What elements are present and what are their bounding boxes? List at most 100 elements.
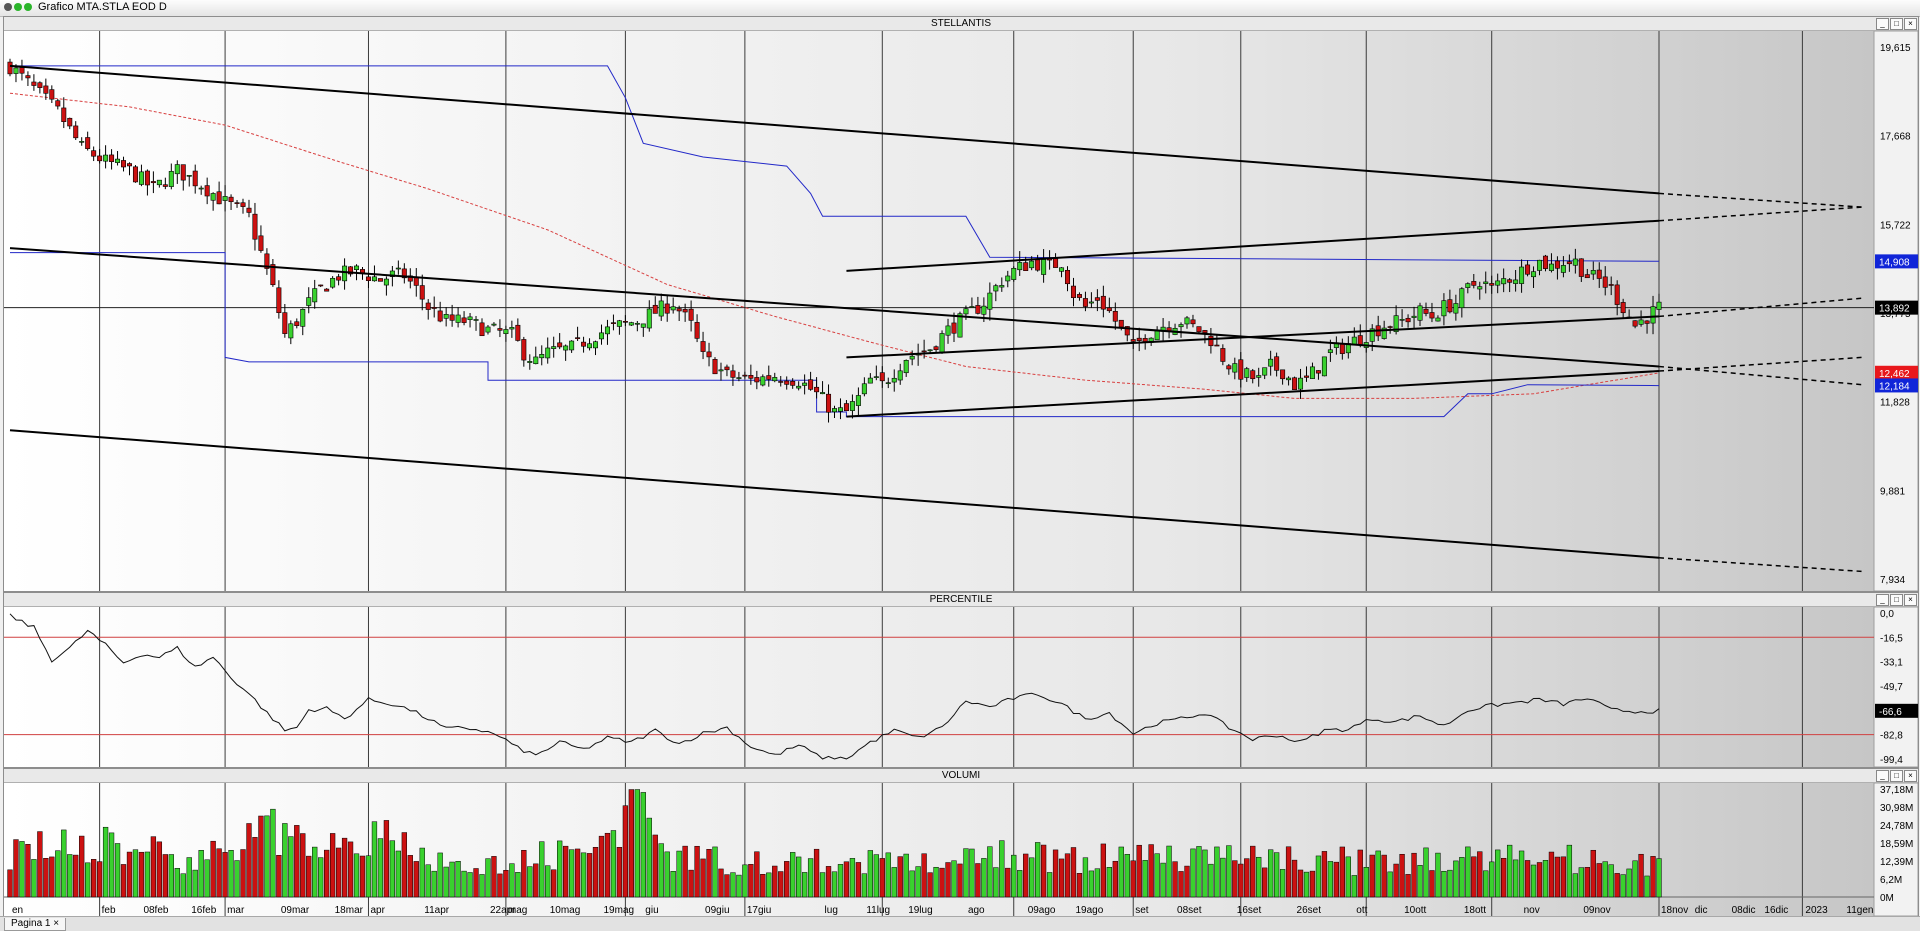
candle-body bbox=[515, 324, 521, 341]
candle-body bbox=[1190, 319, 1196, 325]
volume-bar bbox=[401, 832, 407, 898]
volume-bar bbox=[676, 850, 682, 898]
pane-restore-button[interactable]: □ bbox=[1890, 770, 1903, 782]
minimize-icon[interactable] bbox=[24, 3, 32, 11]
volume-bar bbox=[1399, 853, 1405, 898]
candle-body bbox=[419, 285, 425, 300]
volume-bar bbox=[1471, 856, 1477, 898]
volume-bar bbox=[1034, 842, 1041, 898]
volume-bar bbox=[586, 853, 593, 898]
volume-bar bbox=[1548, 851, 1555, 898]
volume-bar bbox=[604, 832, 611, 898]
candle-body bbox=[1423, 308, 1429, 314]
volume-bar bbox=[1046, 872, 1053, 898]
pane-close-button[interactable]: × bbox=[1904, 18, 1917, 30]
volume-bar bbox=[353, 853, 360, 898]
percentile-pane-buttons: _ □ × bbox=[1876, 593, 1918, 606]
trend-line bbox=[9, 64, 1660, 195]
candle-body bbox=[79, 141, 85, 143]
volume-bar bbox=[646, 817, 652, 898]
volume-bar bbox=[545, 865, 551, 898]
volume-bar bbox=[1602, 861, 1608, 898]
pane-minimize-button[interactable]: _ bbox=[1876, 594, 1889, 606]
pane-minimize-button[interactable]: _ bbox=[1876, 770, 1889, 782]
price-chart[interactable]: 19,61517,66815,72213,77511,8289,8817,934… bbox=[4, 31, 1918, 591]
pane-restore-button[interactable]: □ bbox=[1890, 594, 1903, 606]
volume-bar bbox=[132, 849, 139, 898]
volume-bar bbox=[1656, 858, 1662, 898]
candle-body bbox=[527, 361, 533, 363]
volume-bar bbox=[371, 821, 378, 898]
page-tab-close-icon[interactable]: × bbox=[53, 918, 59, 929]
volume-bar bbox=[664, 851, 670, 898]
maximize-icon[interactable] bbox=[14, 3, 22, 11]
candle-body bbox=[748, 375, 754, 379]
volume-bar bbox=[598, 835, 605, 898]
candle-body bbox=[1142, 338, 1148, 342]
candle-body bbox=[1070, 285, 1076, 298]
x-tick-label: 16dic bbox=[1764, 905, 1788, 916]
volume-chart[interactable]: 37,18M 30,98M 24,78M 18,59M 12,39M 6,2M 0M en fe… bbox=[4, 783, 1918, 916]
price-pane[interactable]: STELLANTIS _□× 19,61517,66815,72213,7751… bbox=[3, 16, 1919, 592]
volume-bar bbox=[503, 870, 509, 898]
price-pane-buttons: _ □ × bbox=[1876, 17, 1918, 30]
volume-bar bbox=[1166, 845, 1172, 898]
volume-bar bbox=[79, 835, 85, 898]
volume-bar bbox=[1506, 844, 1513, 898]
percentile-pane[interactable]: PERCENTILE _□× 0,0 -16,5 -33,1 -49,7 -66,6 -8… bbox=[3, 592, 1919, 768]
page-tab[interactable]: Pagina 1 × bbox=[4, 918, 67, 931]
candle-body bbox=[784, 380, 790, 385]
volume-bar bbox=[150, 836, 157, 898]
volume-bar bbox=[306, 855, 312, 898]
candle-body bbox=[1620, 302, 1626, 314]
volume-bar bbox=[144, 851, 151, 898]
pane-close-button[interactable]: × bbox=[1904, 770, 1917, 782]
volume-bar bbox=[533, 863, 539, 898]
candle-body bbox=[569, 340, 575, 351]
pane-restore-button[interactable]: □ bbox=[1890, 18, 1903, 30]
volume-bar bbox=[610, 830, 617, 898]
menu-icon[interactable] bbox=[4, 3, 12, 11]
candle-body bbox=[682, 309, 688, 313]
percentile-chart[interactable]: 0,0-16,5-33,1-49,7-66,6-82,8-99,4-66,6 bbox=[4, 607, 1918, 767]
candle-body bbox=[999, 285, 1005, 288]
candle-body bbox=[121, 160, 127, 168]
candle-body bbox=[1513, 279, 1519, 284]
volume-bar bbox=[1542, 860, 1549, 898]
volume-bar bbox=[1082, 857, 1089, 898]
volume-bar bbox=[234, 860, 240, 898]
x-tick-label: ott bbox=[1356, 905, 1367, 916]
y-tick-label: -49,7 bbox=[1880, 682, 1903, 693]
candle-body bbox=[1435, 317, 1441, 322]
pane-close-button[interactable]: × bbox=[1904, 594, 1917, 606]
candle-body bbox=[1088, 301, 1094, 304]
volume-bar bbox=[282, 823, 288, 898]
volume-bar bbox=[1387, 871, 1393, 898]
candle-body bbox=[1638, 319, 1644, 325]
candle-body bbox=[1100, 295, 1106, 310]
candle-body bbox=[1447, 299, 1453, 313]
volume-bar bbox=[1142, 860, 1148, 898]
price-pane-header: STELLANTIS _ □ × bbox=[4, 17, 1918, 31]
candle-body bbox=[7, 61, 13, 75]
pane-minimize-button[interactable]: _ bbox=[1876, 18, 1889, 30]
volume-bar bbox=[1447, 869, 1453, 898]
candle-body bbox=[1106, 307, 1112, 312]
window-title: Grafico MTA.STLA EOD D bbox=[38, 1, 167, 13]
candle-body bbox=[1477, 286, 1483, 290]
support-step-line bbox=[10, 252, 1660, 418]
volume-bar bbox=[688, 869, 694, 898]
candle-body bbox=[210, 193, 216, 201]
volume-bar bbox=[969, 848, 975, 898]
x-tick-label: mar bbox=[227, 905, 245, 916]
candle-body bbox=[449, 314, 455, 321]
candle-body bbox=[222, 196, 228, 201]
volume-bar bbox=[497, 873, 503, 898]
candle-body bbox=[1507, 279, 1513, 283]
y-tick-label: 30,98M bbox=[1880, 803, 1913, 814]
candle-body bbox=[1542, 255, 1548, 269]
volume-bar bbox=[192, 869, 198, 898]
candle-body bbox=[754, 377, 760, 383]
volume-pane[interactable]: VOLUMI _ □ × 37,18M 30,98M 24,78M 18,59M 12,39… bbox=[3, 768, 1919, 917]
x-tick-label: 17giu bbox=[747, 905, 771, 916]
